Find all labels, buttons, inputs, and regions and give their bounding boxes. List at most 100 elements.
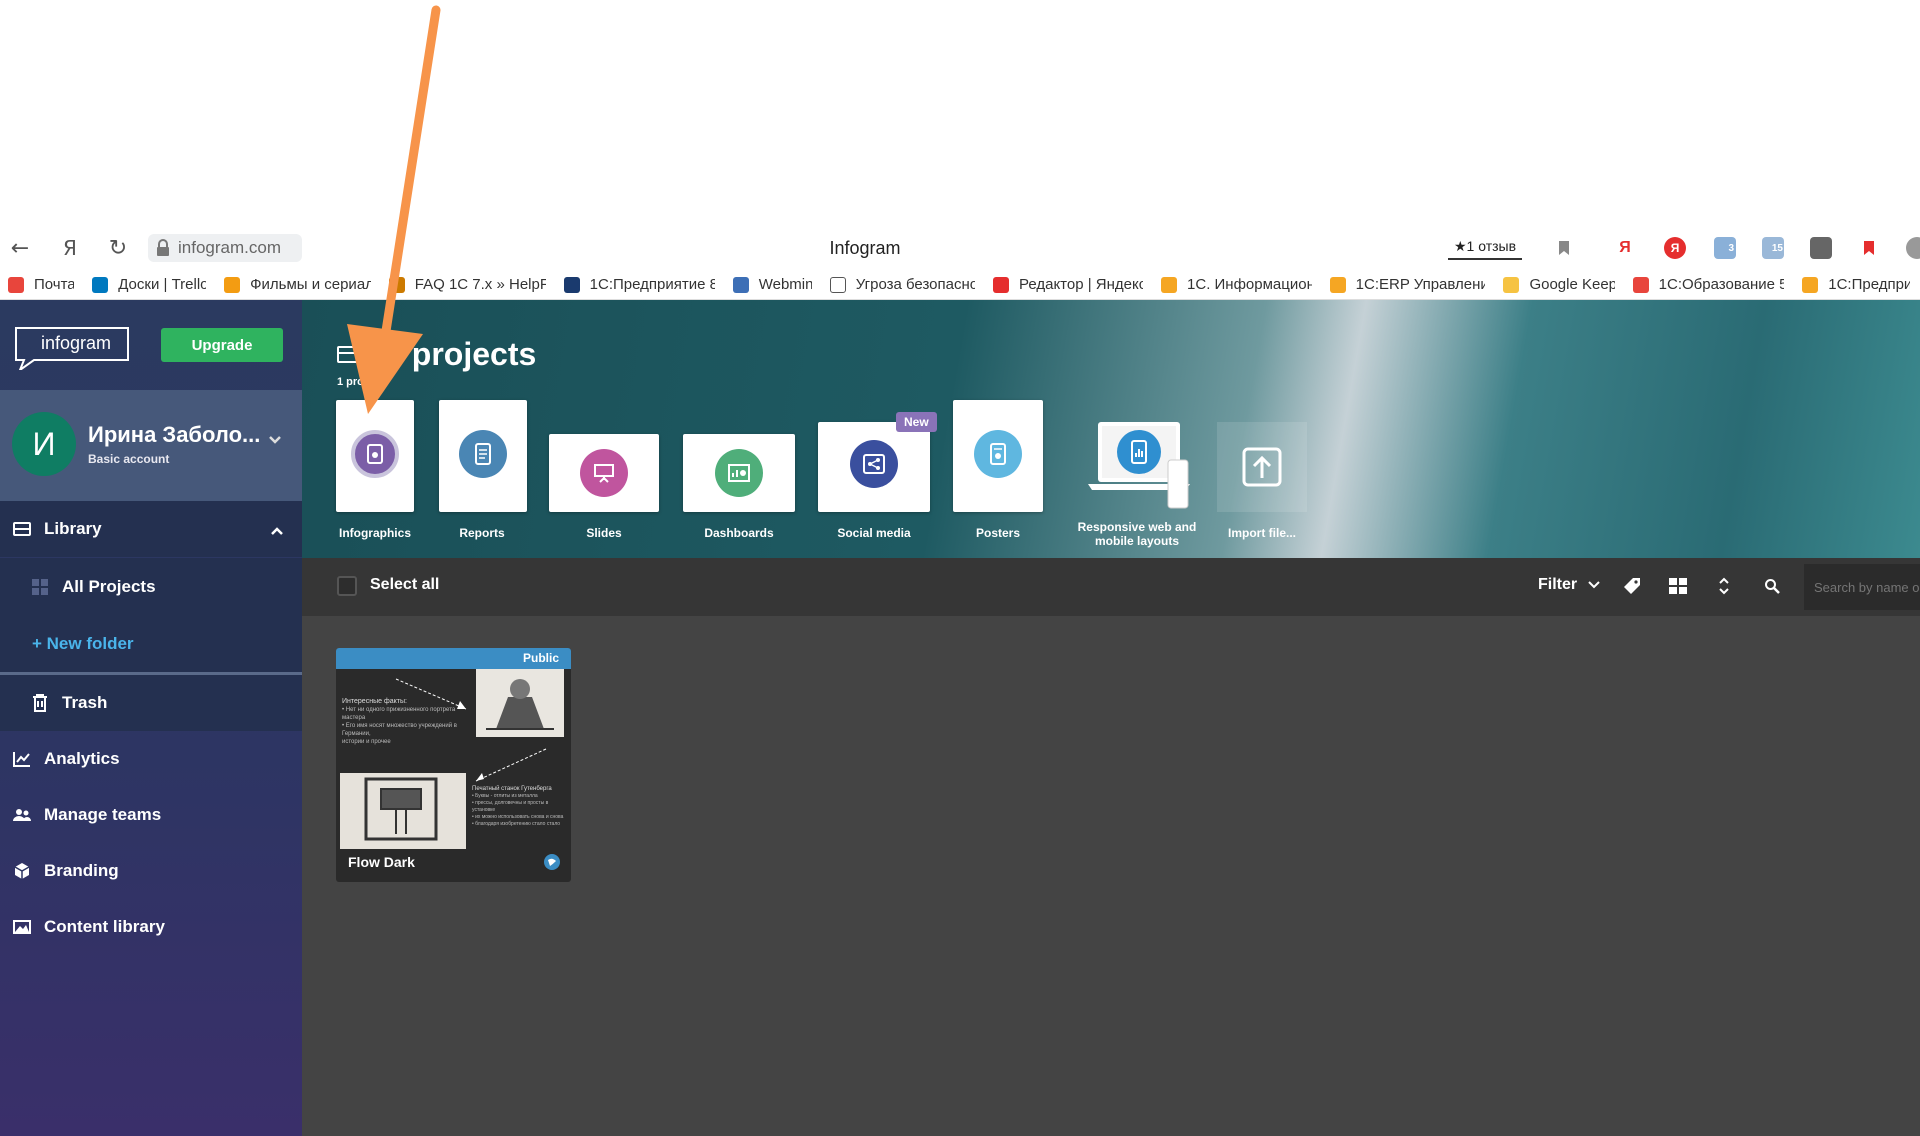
chevron-down-icon[interactable] <box>268 432 282 450</box>
grid-view-icon[interactable] <box>1666 574 1690 598</box>
bookmark-favicon-icon <box>1632 276 1649 293</box>
filter-label: Filter <box>1538 576 1578 593</box>
sidebar-item-label: Branding <box>44 861 119 880</box>
mail-ext-icon[interactable]: 3 <box>1714 237 1736 259</box>
projects-banner: All projects 1 project Infographics Repo… <box>302 300 1920 558</box>
bookmark-item[interactable]: 1С:ERP Управлени <box>1329 276 1486 293</box>
bookmark-item[interactable]: 1С:Предприятие 8 <box>563 276 715 293</box>
analytics-icon <box>12 749 32 769</box>
sidebar-item-library[interactable]: Library <box>0 501 302 557</box>
sidebar-item-all-projects[interactable]: All Projects <box>0 558 302 616</box>
bookmark-favicon-icon <box>92 276 109 293</box>
filter-dropdown[interactable]: Filter <box>1538 576 1600 594</box>
sidebar-item-manage-teams[interactable]: Manage teams <box>0 787 302 843</box>
user-account-menu[interactable]: И Ирина Заболо... Basic account <box>0 390 302 501</box>
bookmark-label: 1С:Предприятие 8 <box>589 276 715 293</box>
sidebar-item-label: Trash <box>62 693 108 712</box>
bookmark-label: Почта <box>34 276 75 293</box>
bookmark-favicon-icon <box>388 276 405 293</box>
user-name: Ирина Заболо... <box>88 422 261 447</box>
template-reports[interactable]: Reports <box>437 400 527 540</box>
bookmark-item[interactable]: Почта <box>8 276 74 293</box>
thumb-text: Печатный станок Гутенберга <box>472 786 552 792</box>
template-label: Posters <box>975 526 1021 540</box>
template-import[interactable]: Import file... <box>1217 422 1307 540</box>
screenshot-ext-icon[interactable] <box>1810 237 1832 259</box>
page-title: All projects <box>362 336 537 372</box>
bookmark-item[interactable]: 1С:Предпри <box>1802 276 1910 293</box>
bookmark-label: Доски | Trello <box>118 276 207 293</box>
search-input[interactable] <box>1804 564 1920 610</box>
template-infographics[interactable]: Infographics <box>336 400 414 540</box>
infogram-logo[interactable]: infogram <box>12 326 132 370</box>
template-label: Dashboards <box>704 526 774 540</box>
bookmark-red-icon[interactable] <box>1858 237 1880 259</box>
infographic-icon <box>351 430 399 478</box>
bookmark-item[interactable]: Угроза безопасно <box>829 276 975 293</box>
tag-icon[interactable] <box>1620 574 1644 598</box>
sort-icon[interactable] <box>1712 574 1736 598</box>
lock-icon <box>157 239 169 256</box>
reviews-button[interactable]: ★1 отзыв <box>1448 234 1523 260</box>
bookmark-label: Webmin <box>758 276 812 293</box>
thumb-text: • благодаря изобретению стало стало <box>472 821 561 827</box>
chevron-down-icon <box>1587 581 1600 589</box>
bookmark-item[interactable]: 1С. Информацион <box>1161 276 1312 293</box>
upgrade-button[interactable]: Upgrade <box>161 328 283 362</box>
bookmark-item[interactable]: Google Keep <box>1503 276 1615 293</box>
bookmark-item[interactable]: 1С:Образование 5 <box>1632 276 1784 293</box>
card-header-bar: Public <box>336 648 571 669</box>
select-all-checkbox[interactable] <box>337 576 357 596</box>
logo-text: infogram <box>41 333 111 353</box>
responsive-devices-icon <box>1088 422 1190 509</box>
sidebar-item-trash[interactable]: Trash <box>0 675 302 731</box>
sidebar-item-analytics[interactable]: Analytics <box>0 731 302 787</box>
sidebar-item-label: All Projects <box>62 577 156 596</box>
bookmark-label: FAQ 1С 7.x » HelpF <box>414 276 546 293</box>
project-card-flow-dark[interactable]: Public Интересные факты: • Нет ни одного… <box>336 648 571 882</box>
bookmark-favicon-icon <box>563 276 580 293</box>
bookmark-item[interactable]: Редактор | Яндекс <box>992 276 1143 293</box>
select-all-label[interactable]: Select all <box>370 576 439 594</box>
new-folder-button[interactable]: + New folder <box>0 616 302 672</box>
image-icon <box>12 917 32 937</box>
chevron-up-icon[interactable] <box>270 521 284 541</box>
template-slides[interactable]: Slides <box>549 434 659 540</box>
globe-icon <box>544 854 560 870</box>
bookmark-label: 1С:ERP Управлени <box>1355 276 1486 293</box>
account-plan: Basic account <box>88 452 170 466</box>
projects-toolbar: Select all Filter <box>302 558 1920 616</box>
project-count: 1 project <box>337 376 383 388</box>
sidebar-item-content-library[interactable]: Content library <box>0 899 302 955</box>
bookmark-favicon-icon <box>1802 276 1819 293</box>
weather-ext-icon[interactable]: 15 <box>1762 237 1784 259</box>
bookmark-icon[interactable] <box>1553 237 1575 259</box>
reload-button[interactable]: ↻ <box>98 226 138 270</box>
blank-top-area <box>0 0 1920 226</box>
search-icon[interactable] <box>1760 574 1784 598</box>
template-label: Slides <box>586 526 622 540</box>
yandex-circle-icon[interactable]: Я <box>1664 237 1686 259</box>
team-icon <box>12 805 32 825</box>
poster-icon <box>974 430 1022 478</box>
template-posters[interactable]: Posters <box>953 400 1043 540</box>
bookmark-item[interactable]: FAQ 1С 7.x » HelpF <box>388 276 546 293</box>
bookmark-item[interactable]: Доски | Trello <box>92 276 206 293</box>
extension-icon[interactable] <box>1906 237 1920 259</box>
address-bar[interactable]: infogram.com <box>148 234 302 262</box>
bookmark-item[interactable]: Webmin <box>732 276 812 293</box>
template-social-media[interactable]: New Social media <box>818 412 937 540</box>
template-card <box>683 434 795 512</box>
template-label: Responsive web and mobile layouts <box>1077 520 1197 548</box>
library-icon <box>12 519 32 539</box>
sidebar-item-branding[interactable]: Branding <box>0 843 302 899</box>
yandex-ext-icon[interactable]: Я <box>1614 237 1636 259</box>
template-responsive[interactable]: Responsive web and mobile layouts <box>1074 420 1200 556</box>
thumb-text: истории и прочее <box>342 739 391 745</box>
sidebar-item-label: Library <box>44 519 102 538</box>
sidebar-item-label: Manage teams <box>44 805 162 824</box>
template-dashboards[interactable]: Dashboards <box>683 434 795 540</box>
bookmark-item[interactable]: Фильмы и сериал <box>224 276 371 293</box>
yandex-home-button[interactable]: Я <box>50 226 90 270</box>
back-button[interactable]: ← <box>0 226 40 270</box>
